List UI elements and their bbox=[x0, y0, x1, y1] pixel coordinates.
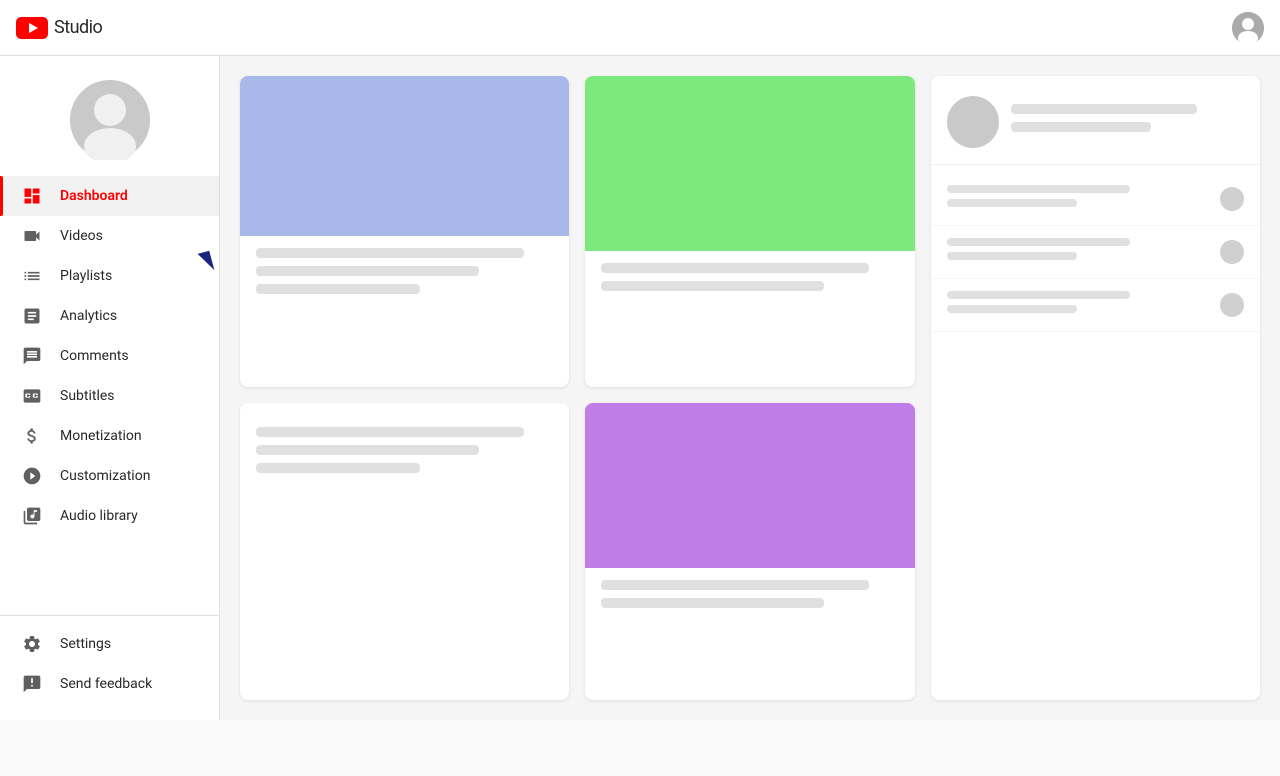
card-3-list-item-2-circle bbox=[1220, 240, 1244, 264]
card-3-list-item-1-circle bbox=[1220, 187, 1244, 211]
card-5-text bbox=[585, 568, 914, 628]
sidebar-item-label-playlists: Playlists bbox=[60, 268, 112, 284]
sidebar-item-label-videos: Videos bbox=[60, 228, 103, 244]
card-4-line-2 bbox=[256, 445, 479, 455]
card-1-text bbox=[240, 236, 569, 314]
sidebar-item-label-analytics: Analytics bbox=[60, 308, 117, 324]
sidebar-item-label-customization: Customization bbox=[60, 468, 150, 484]
card-5-thumbnail bbox=[585, 403, 914, 568]
sidebar-item-send-feedback[interactable]: Send feedback bbox=[0, 664, 219, 704]
user-avatar-header[interactable] bbox=[1232, 12, 1264, 44]
card-5 bbox=[585, 403, 914, 701]
sidebar-item-subtitles[interactable]: Subtitles bbox=[0, 376, 219, 416]
sidebar-item-audio-library[interactable]: Audio library bbox=[0, 496, 219, 536]
card-2-thumbnail bbox=[585, 76, 914, 251]
channel-avatar-icon bbox=[70, 80, 150, 160]
card-5-line-1 bbox=[601, 580, 869, 590]
card-1-line-3 bbox=[256, 284, 420, 294]
youtube-icon bbox=[16, 17, 48, 39]
yt-logo[interactable]: Studio bbox=[16, 17, 102, 39]
audio-library-icon bbox=[20, 504, 44, 528]
header-left: Studio bbox=[16, 17, 102, 39]
card-1-line-1 bbox=[256, 248, 524, 258]
subtitles-icon bbox=[20, 384, 44, 408]
card-3-sub-line bbox=[1011, 122, 1151, 132]
card-3-list bbox=[931, 165, 1260, 700]
main-content bbox=[220, 56, 1280, 720]
sidebar-item-label-subtitles: Subtitles bbox=[60, 388, 115, 404]
sidebar-item-analytics[interactable]: Analytics bbox=[0, 296, 219, 336]
card-4-line-3 bbox=[256, 463, 420, 473]
sidebar-item-label-settings: Settings bbox=[60, 636, 111, 652]
card-5-line-2 bbox=[601, 598, 824, 608]
card-3-avatar bbox=[947, 96, 999, 148]
card-2-line-2 bbox=[601, 281, 824, 291]
sidebar-item-videos[interactable]: Videos bbox=[0, 216, 219, 256]
card-3-name-line bbox=[1011, 104, 1198, 114]
settings-icon bbox=[20, 632, 44, 656]
sidebar-channel-avatar-section bbox=[0, 56, 219, 176]
monetization-icon bbox=[20, 424, 44, 448]
feedback-icon bbox=[20, 672, 44, 696]
dashboard-icon bbox=[20, 184, 44, 208]
sidebar-item-label-send-feedback: Send feedback bbox=[60, 676, 152, 692]
header: Studio bbox=[0, 0, 1280, 56]
analytics-icon bbox=[20, 304, 44, 328]
card-1-line-2 bbox=[256, 266, 479, 276]
card-4-text bbox=[240, 403, 569, 497]
sidebar-item-monetization[interactable]: Monetization bbox=[0, 416, 219, 456]
card-3-list-item-1-lines bbox=[947, 185, 1208, 213]
sidebar-item-settings[interactable]: Settings bbox=[0, 624, 219, 664]
card-2-line-1 bbox=[601, 263, 869, 273]
videos-icon bbox=[20, 224, 44, 248]
card-3-list-item-2-lines bbox=[947, 238, 1208, 266]
card-3-avatar-lines bbox=[1011, 104, 1244, 140]
sidebar: Dashboard Videos Playlists Analytics bbox=[0, 56, 220, 720]
card-2-text bbox=[585, 251, 914, 311]
card-3-list-item-2 bbox=[931, 226, 1260, 279]
sidebar-item-comments[interactable]: Comments bbox=[0, 336, 219, 376]
card-1 bbox=[240, 76, 569, 387]
sidebar-item-playlists[interactable]: Playlists bbox=[0, 256, 219, 296]
card-1-thumbnail bbox=[240, 76, 569, 236]
playlists-icon bbox=[20, 264, 44, 288]
card-2 bbox=[585, 76, 914, 387]
sidebar-item-customization[interactable]: Customization bbox=[0, 456, 219, 496]
comments-icon bbox=[20, 344, 44, 368]
card-3-top bbox=[931, 76, 1260, 165]
card-4-line-1 bbox=[256, 427, 524, 437]
card-3-inner bbox=[931, 76, 1260, 700]
channel-avatar[interactable] bbox=[70, 80, 150, 160]
sidebar-bottom: Settings Send feedback bbox=[0, 615, 219, 720]
card-3-list-item-3-circle bbox=[1220, 293, 1244, 317]
card-4 bbox=[240, 403, 569, 701]
sidebar-item-label-comments: Comments bbox=[60, 348, 129, 364]
sidebar-item-label-monetization: Monetization bbox=[60, 428, 142, 444]
studio-logo-text: Studio bbox=[54, 17, 102, 38]
sidebar-item-dashboard[interactable]: Dashboard bbox=[0, 176, 219, 216]
sidebar-item-label-dashboard: Dashboard bbox=[60, 188, 128, 204]
card-3 bbox=[931, 76, 1260, 700]
customization-icon bbox=[20, 464, 44, 488]
avatar-icon bbox=[1232, 12, 1264, 44]
nav-items: Dashboard Videos Playlists Analytics bbox=[0, 176, 219, 607]
card-3-list-item-3 bbox=[931, 279, 1260, 332]
card-3-list-item-3-lines bbox=[947, 291, 1208, 319]
card-3-list-item-1 bbox=[931, 173, 1260, 226]
sidebar-item-label-audio-library: Audio library bbox=[60, 508, 138, 524]
